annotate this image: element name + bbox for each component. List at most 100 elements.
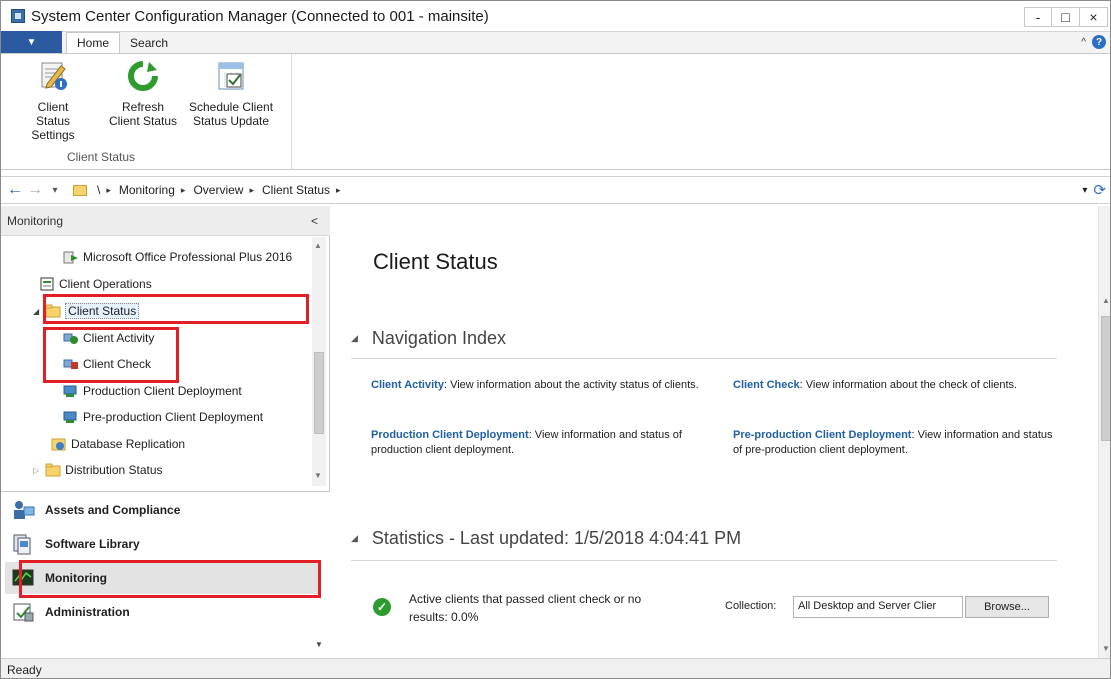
tree-item-pre-production-client-deployment[interactable]: Pre-production Client Deployment <box>63 405 263 429</box>
nav-item-client-check: Client Check: View information about the… <box>733 378 1063 393</box>
tree-item-label: Database Replication <box>71 437 186 451</box>
forward-icon[interactable]: → <box>25 181 45 199</box>
client-deployment-icon <box>63 385 77 397</box>
tree-scrollbar[interactable]: ▲ ▼ <box>312 237 326 486</box>
window-controls: - □ × <box>1024 7 1108 27</box>
nav-item-client-activity: Client Activity: View information about … <box>371 378 701 393</box>
expand-arrow-icon[interactable]: ◢ <box>33 307 39 316</box>
section-collapse-icon[interactable]: ◢ <box>351 533 358 544</box>
collapse-pane-icon[interactable]: < <box>311 214 318 228</box>
client-deployment-icon <box>63 411 77 423</box>
statistic-text: Active clients that passed client check … <box>409 590 709 626</box>
settings-pencil-icon <box>41 62 67 90</box>
tree-item-client-operations[interactable]: Client Operations <box>39 272 152 296</box>
link-client-check[interactable]: Client Check <box>733 379 800 391</box>
breadcrumb-root[interactable]: \ <box>97 183 100 197</box>
section-collapse-icon[interactable]: ◢ <box>351 333 358 344</box>
breadcrumb-separator-icon[interactable]: ▸ <box>106 185 111 196</box>
navigation-pane-title: Monitoring <box>7 213 64 228</box>
folder-icon <box>73 184 87 196</box>
minimize-button[interactable]: - <box>1024 7 1052 27</box>
ribbon-group-client-status: Client Status Settings Refresh Client St… <box>1 54 292 170</box>
navigation-pane-header: Monitoring < <box>1 206 330 236</box>
link-production-client-deployment[interactable]: Production Client Deployment <box>371 429 529 441</box>
collapse-ribbon-icon[interactable]: ^ <box>1081 37 1086 48</box>
ribbon: Client Status Settings Refresh Client St… <box>1 53 1110 170</box>
breadcrumb-separator-icon[interactable]: ▸ <box>181 185 186 196</box>
section-title: Navigation Index <box>371 328 507 348</box>
chevron-down-icon: ▼ <box>26 36 37 48</box>
collection-field[interactable]: All Desktop and Server Clier <box>793 596 963 618</box>
client-operations-icon <box>40 277 54 291</box>
close-button[interactable]: × <box>1080 7 1108 27</box>
maximize-button[interactable]: □ <box>1052 7 1080 27</box>
refresh-client-status-button[interactable]: Refresh Client Status <box>105 60 181 128</box>
workspace-list: Assets and Compliance Software Library M… <box>1 491 330 658</box>
scroll-down-icon[interactable]: ▼ <box>314 471 322 480</box>
breadcrumb-overview[interactable]: Overview <box>193 183 243 197</box>
content-scrollbar[interactable]: ▲ ▼ <box>1098 206 1110 658</box>
button-label-line1: Client Status <box>35 100 71 128</box>
breadcrumb-separator-icon[interactable]: ▸ <box>336 185 341 196</box>
nav-item-production-client-deployment: Production Client Deployment: View infor… <box>371 428 701 458</box>
refresh-icon[interactable]: ⟳ <box>1093 181 1106 199</box>
button-label-line2: Status Update <box>192 114 270 128</box>
file-menu-button[interactable]: ▼ <box>1 31 62 53</box>
workspace-software-library[interactable]: Software Library <box>5 528 320 560</box>
breadcrumb-separator-icon[interactable]: ▸ <box>249 185 254 196</box>
workspace-assets-and-compliance[interactable]: Assets and Compliance <box>5 494 320 526</box>
tree-item-label: Pre-production Client Deployment <box>83 410 264 424</box>
tree-item-label: Distribution Status <box>65 463 163 477</box>
button-label-line1: Schedule Client <box>188 100 274 114</box>
button-label-line2: Client Status <box>108 114 178 128</box>
scrollbar-thumb[interactable] <box>1101 316 1110 441</box>
status-text: Ready <box>7 662 42 677</box>
help-icon[interactable]: ? <box>1092 35 1106 49</box>
scroll-up-icon[interactable]: ▲ <box>314 241 322 250</box>
breadcrumb-monitoring[interactable]: Monitoring <box>119 183 175 197</box>
calendar-check-icon <box>218 62 244 90</box>
folder-icon <box>45 463 61 477</box>
workspace-options-icon[interactable]: ▼ <box>315 640 323 649</box>
client-status-settings-button[interactable]: Client Status Settings <box>25 60 81 142</box>
status-bar: Ready <box>1 658 1110 678</box>
statistics-header[interactable]: ◢ Statistics - Last updated: 1/5/2018 4:… <box>351 528 741 549</box>
browse-button[interactable]: Browse... <box>965 596 1049 618</box>
assets-compliance-icon <box>14 501 35 519</box>
highlight-box-client-status <box>43 294 309 324</box>
page-title: Client Status <box>373 249 498 274</box>
tree-item-database-replication[interactable]: Database Replication <box>51 432 185 456</box>
scroll-up-icon[interactable]: ▲ <box>1102 296 1110 305</box>
section-divider <box>351 560 1057 561</box>
tree-item-distribution-status[interactable]: ▷ Distribution Status <box>33 458 163 482</box>
window-title: System Center Configuration Manager (Con… <box>31 7 489 25</box>
nav-item-pre-production-client-deployment: Pre-production Client Deployment: View i… <box>733 428 1063 458</box>
tree-item-office-deployment[interactable]: Microsoft Office Professional Plus 2016 <box>63 245 292 269</box>
nav-item-description: : View information about the check of cl… <box>799 379 1018 391</box>
highlight-box-monitoring <box>19 560 321 598</box>
scroll-down-icon[interactable]: ▼ <box>1102 644 1110 653</box>
history-dropdown-icon[interactable]: ▾ <box>45 185 65 196</box>
link-client-activity[interactable]: Client Activity <box>371 379 444 391</box>
tree-item-label: Client Operations <box>59 277 152 291</box>
collection-label: Collection: <box>725 600 777 612</box>
check-circle-icon: ✓ <box>373 598 391 616</box>
breadcrumb-client-status[interactable]: Client Status <box>262 183 330 197</box>
workspace-label: Assets and Compliance <box>45 503 181 517</box>
section-title: Statistics - Last updated: 1/5/2018 4:04… <box>371 528 742 548</box>
ribbon-group-label: Client Status <box>66 150 136 164</box>
link-pre-production-client-deployment[interactable]: Pre-production Client Deployment <box>733 429 911 441</box>
navigation-index-header[interactable]: ◢ Navigation Index <box>351 328 506 349</box>
scrollbar-thumb[interactable] <box>314 352 324 434</box>
title-bar: System Center Configuration Manager (Con… <box>1 1 1110 31</box>
workspace-administration[interactable]: Administration <box>5 596 320 628</box>
address-dropdown-icon[interactable]: ▾ <box>1082 185 1087 196</box>
workspace-label: Administration <box>45 605 130 619</box>
schedule-client-status-update-button[interactable]: Schedule Client Status Update <box>185 60 277 128</box>
collapsed-arrow-icon[interactable]: ▷ <box>33 466 39 475</box>
tab-home[interactable]: Home <box>66 32 121 53</box>
software-library-icon <box>13 534 31 555</box>
navigation-pane: Monitoring < Microsoft Office Profession… <box>1 206 330 658</box>
back-icon[interactable]: ← <box>5 181 25 199</box>
tab-search[interactable]: Search <box>120 32 178 53</box>
